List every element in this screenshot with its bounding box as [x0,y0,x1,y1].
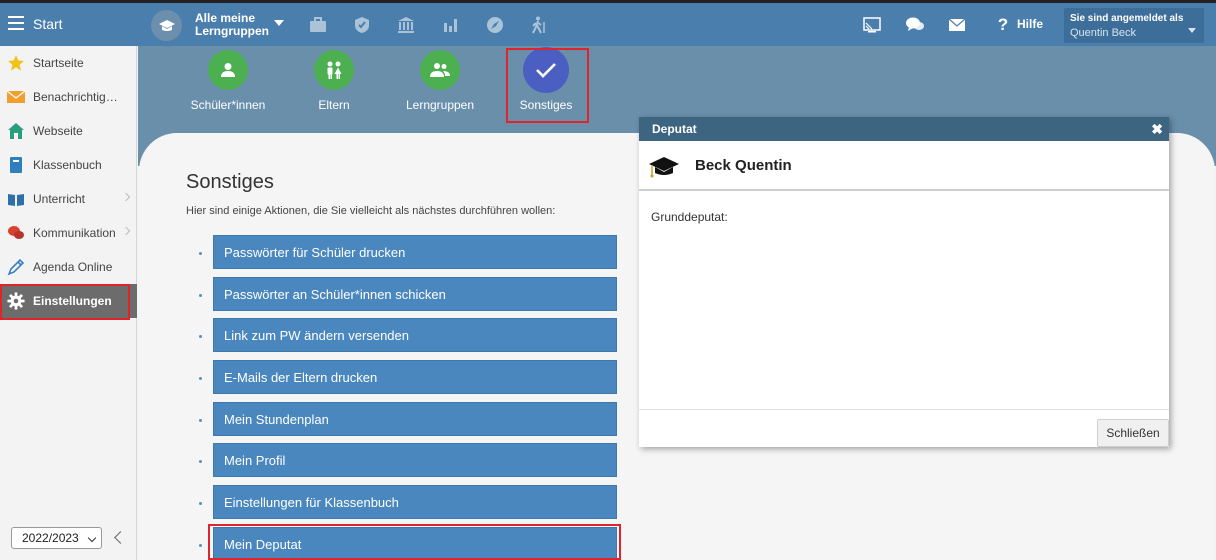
book-icon [7,156,25,174]
person-icon [208,50,248,90]
dialog-title: Deputat [652,122,697,136]
dialog-header: Deputat ✖ [639,117,1169,141]
action-pw-link-versenden[interactable]: Link zum PW ändern versenden [213,318,617,352]
page-subtitle: Hier sind einige Aktionen, die Sie viell… [186,205,556,217]
list-bullet [199,460,202,463]
star-icon [7,54,25,72]
tab-schueler[interactable]: Schüler*innen [173,50,283,112]
dialog-footer: Schließen [639,409,1169,447]
action-passwoerter-schicken[interactable]: Passwörter an Schüler*innen schicken [213,277,617,311]
tab-lerngruppen[interactable]: Lerngruppen [385,50,495,112]
start-label[interactable]: Start [33,16,63,32]
envelope-icon [7,88,25,106]
sidebar-item-agenda-online[interactable]: Agenda Online [0,250,137,284]
sidebar-item-kommunikation[interactable]: Kommunikation [0,216,137,250]
sidebar-item-benachrichtigungen[interactable]: Benachrichtigu… [0,80,137,114]
mail-icon[interactable] [947,15,967,35]
deputat-dialog: Deputat ✖ Beck Quentin Grunddeputat: Sch… [639,117,1169,447]
chevron-right-icon [121,226,131,236]
action-emails-eltern-drucken[interactable]: E-Mails der Eltern drucken [213,360,617,394]
list-bullet [199,294,202,297]
help-icon[interactable]: ? [993,15,1013,35]
top-header: Start Alle meine Lerngruppen ? Hilfe Sie… [0,3,1216,46]
close-button[interactable]: Schließen [1097,419,1169,447]
shield-icon[interactable] [352,15,372,35]
chat-icon[interactable] [905,15,925,35]
bar-chart-icon[interactable] [441,15,461,35]
chat-bubbles-icon [7,224,25,242]
chevron-down-icon [87,533,97,543]
close-icon[interactable]: ✖ [1151,117,1163,141]
hiking-icon[interactable] [529,15,549,35]
cast-icon[interactable] [862,15,882,35]
menu-icon[interactable] [8,16,24,30]
sidebar-item-webseite[interactable]: Webseite [0,114,137,148]
house-icon [7,122,25,140]
list-bullet [199,335,202,338]
graduation-cap-icon[interactable] [151,10,182,41]
highlight-einstellungen [0,284,130,320]
help-label[interactable]: Hilfe [1017,17,1043,31]
sidebar-item-startseite[interactable]: Startseite [0,46,137,80]
tab-eltern[interactable]: Eltern [279,50,389,112]
pen-icon [7,258,25,276]
teacher-name: Beck Quentin [695,157,792,174]
bank-icon[interactable] [396,15,416,35]
highlight-sonstiges [506,48,589,123]
action-passwoerter-drucken[interactable]: Passwörter für Schüler drucken [213,235,617,269]
highlight-mein-deputat [208,524,621,560]
list-bullet [199,419,202,422]
list-bullet [199,544,202,547]
compass-icon[interactable] [485,15,505,35]
user-caption: Sie sind angemeldet als [1070,13,1184,24]
list-bullet [199,377,202,380]
chevron-down-icon[interactable] [1188,28,1196,33]
list-bullet [199,502,202,505]
action-mein-stundenplan[interactable]: Mein Stundenplan [213,402,617,436]
user-name: Quentin Beck [1070,27,1137,39]
action-einstellungen-klassenbuch[interactable]: Einstellungen für Klassenbuch [213,485,617,519]
chevron-down-icon[interactable] [274,20,284,26]
group-selector-label[interactable]: Alle meine Lerngruppen [195,12,275,38]
school-year-select[interactable]: 2022/2023 [11,527,102,549]
sidebar-item-klassenbuch[interactable]: Klassenbuch [0,148,137,182]
briefcase-icon[interactable] [308,15,328,35]
action-mein-profil[interactable]: Mein Profil [213,443,617,477]
collapse-sidebar-icon[interactable] [114,531,127,544]
dialog-user-row: Beck Quentin [639,141,1169,191]
page-title: Sonstiges [186,171,274,193]
user-menu[interactable]: Sie sind angemeldet als Quentin Beck [1064,8,1204,43]
sidebar-item-unterricht[interactable]: Unterricht [0,182,137,216]
grunddeputat-label: Grunddeputat: [651,210,728,224]
graduation-cap-icon [648,155,680,184]
open-book-icon [7,190,25,208]
chevron-right-icon [121,192,131,202]
parents-icon [314,50,354,90]
group-icon [420,50,460,90]
list-bullet [199,252,202,255]
